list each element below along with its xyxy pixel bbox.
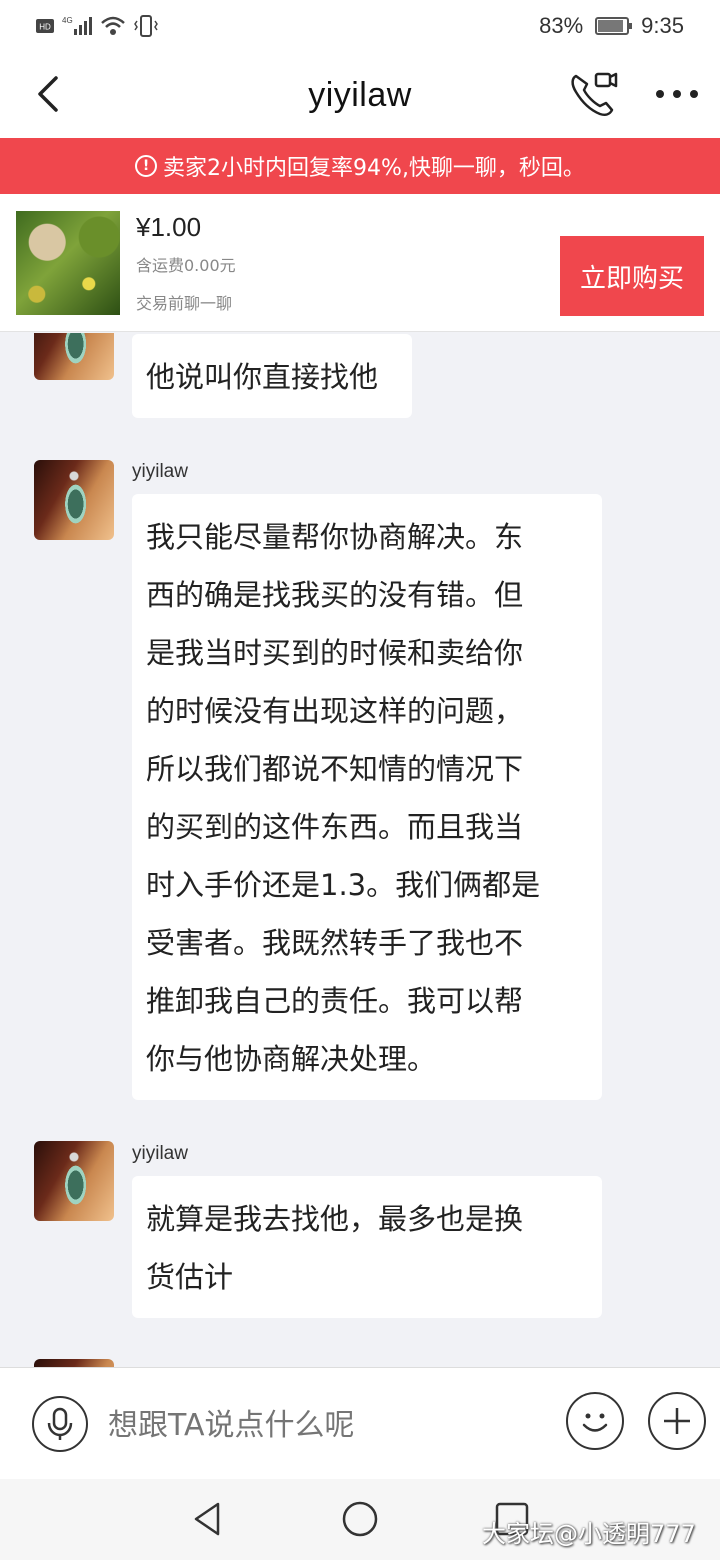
plus-icon — [664, 1408, 690, 1434]
signal-4g-icon: 4G — [62, 16, 92, 35]
smiley-icon — [582, 1413, 608, 1432]
voice-input-button[interactable] — [32, 1396, 88, 1452]
clock: 9:35 — [641, 13, 684, 38]
product-price: ¥1.00 — [136, 212, 202, 242]
message-bubble[interactable]: 他说叫你直接找他 — [132, 334, 412, 418]
product-note: 交易前聊一聊 — [136, 294, 233, 313]
sender-name: yiyilaw — [132, 461, 188, 482]
more-actions-button[interactable] — [648, 1392, 706, 1450]
nav-back-triangle-icon[interactable] — [188, 1499, 228, 1539]
sender-avatar[interactable] — [34, 1359, 114, 1367]
page-title: yiyilaw — [308, 75, 412, 114]
chat-header: yiyilaw — [0, 52, 720, 138]
wifi-icon — [101, 16, 125, 35]
microphone-icon — [47, 1407, 73, 1440]
battery-icon — [595, 17, 633, 35]
exclamation-icon: ! — [135, 155, 158, 177]
back-arrow-icon[interactable] — [30, 74, 70, 114]
product-card[interactable]: ¥1.00 含运费0.00元 交易前聊一聊 立即购买 — [0, 194, 720, 332]
battery-percent: 83% — [539, 13, 584, 38]
message-input[interactable] — [108, 1398, 538, 1452]
hd-icon: HD — [36, 19, 54, 33]
status-bar: HD 4G 83% 9:35 — [0, 0, 720, 52]
reply-rate-banner: ! 卖家2小时内回复率94%,快聊一聊，秒回。 — [0, 138, 720, 194]
phone-video-call-icon[interactable] — [568, 70, 618, 120]
nav-home-circle-icon[interactable] — [340, 1499, 380, 1539]
message-input-bar — [0, 1367, 720, 1479]
more-options-icon[interactable] — [652, 82, 702, 106]
status-right: 83% 9:35 — [539, 13, 684, 39]
svg-text:4G: 4G — [62, 16, 73, 25]
message-bubble[interactable]: 就算是我去找他，最多也是换 货估计 — [132, 1176, 602, 1318]
reply-rate-text: 卖家2小时内回复率94%,快聊一聊，秒回。 — [163, 156, 585, 181]
sender-avatar[interactable] — [34, 460, 114, 540]
sender-avatar[interactable] — [34, 333, 114, 380]
chat-messages[interactable]: 他说叫你直接找他 yiyilaw 我只能尽量帮你协商解决。东 西的确是找我买的没… — [0, 333, 720, 1367]
watermark-text: 大家坛@小透明777 — [482, 1520, 696, 1548]
sender-name: yiyilaw — [132, 1143, 188, 1164]
status-icons: HD 4G — [36, 15, 158, 37]
emoji-button[interactable] — [566, 1392, 624, 1450]
product-thumbnail[interactable] — [16, 211, 120, 315]
buy-now-button[interactable]: 立即购买 — [560, 236, 704, 316]
vibrate-icon — [134, 15, 158, 37]
message-bubble[interactable]: 我只能尽量帮你协商解决。东 西的确是找我买的没有错。但 是我当时买到的时候和卖给… — [132, 494, 602, 1100]
sender-avatar[interactable] — [34, 1141, 114, 1221]
svg-text:HD: HD — [39, 23, 51, 32]
product-shipping: 含运费0.00元 — [136, 256, 236, 275]
